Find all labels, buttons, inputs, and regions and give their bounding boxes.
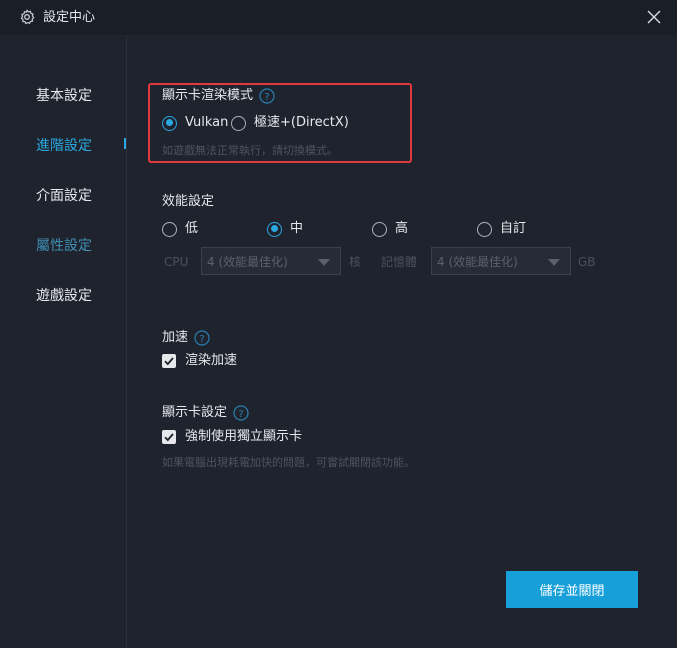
settings-window: 設定中心 基本設定 進階設定 介面設定 屬性設定 遊戲設定 顯示卡渲染模式 ? … — [0, 0, 677, 648]
radio-medium[interactable]: 中 — [267, 221, 303, 237]
radio-indicator — [231, 115, 246, 131]
svg-text:?: ? — [264, 91, 269, 102]
graphics-mode-title: 顯示卡渲染模式 — [162, 88, 254, 103]
radio-medium-label: 中 — [290, 221, 304, 236]
cpu-unit: 核 — [349, 255, 362, 269]
window-title: 設定中心 — [43, 10, 96, 25]
checkbox-checked-icon — [162, 430, 176, 444]
acceleration-section-title: 加速 ? — [162, 329, 210, 346]
sidebar-item-advanced[interactable]: 進階設定 — [36, 137, 92, 155]
render-acceleration-label: 渲染加速 — [185, 353, 238, 368]
radio-vulkan[interactable]: Vulkan — [162, 115, 228, 131]
memory-label: 記憶體 — [381, 255, 418, 269]
sidebar-item-basic[interactable]: 基本設定 — [36, 87, 92, 105]
radio-indicator — [162, 115, 177, 131]
close-icon[interactable] — [645, 8, 663, 26]
render-acceleration-checkbox[interactable]: 渲染加速 — [162, 353, 237, 369]
radio-high[interactable]: 高 — [372, 221, 408, 237]
help-icon[interactable]: ? — [194, 329, 210, 346]
gpu-hint: 如果電腦出現耗電加快的問題，可嘗試關閉該功能。 — [162, 456, 415, 469]
memory-select[interactable]: 4 (效能最佳化) — [431, 247, 571, 275]
graphics-mode-hint: 如遊戲無法正常執行，請切換模式。 — [162, 144, 338, 157]
svg-text:?: ? — [199, 333, 204, 344]
sidebar-item-properties[interactable]: 屬性設定 — [36, 237, 92, 255]
radio-low-label: 低 — [185, 221, 199, 236]
acceleration-title: 加速 — [162, 330, 189, 345]
gear-icon — [19, 9, 35, 25]
performance-title: 效能設定 — [162, 194, 215, 209]
radio-directx-label: 極速+(DirectX) — [254, 115, 349, 130]
radio-directx[interactable]: 極速+(DirectX) — [231, 115, 349, 131]
title-bar: 設定中心 — [0, 0, 677, 35]
memory-select-value: 4 (效能最佳化) — [437, 254, 518, 269]
cpu-select[interactable]: 4 (效能最佳化) — [201, 247, 341, 275]
dedicated-gpu-label: 強制使用獨立顯示卡 — [185, 429, 303, 444]
help-icon[interactable]: ? — [233, 404, 249, 421]
sidebar: 基本設定 進階設定 介面設定 屬性設定 遊戲設定 — [0, 35, 127, 648]
gpu-title: 顯示卡設定 — [162, 405, 228, 420]
radio-vulkan-label: Vulkan — [185, 115, 229, 130]
radio-custom[interactable]: 自訂 — [477, 221, 526, 237]
dedicated-gpu-checkbox[interactable]: 強制使用獨立顯示卡 — [162, 429, 302, 445]
performance-section-title: 效能設定 — [162, 193, 214, 210]
svg-text:?: ? — [238, 408, 243, 419]
graphics-mode-section-title: 顯示卡渲染模式 ? — [162, 87, 275, 104]
cpu-select-value: 4 (效能最佳化) — [207, 254, 288, 269]
radio-indicator — [477, 221, 492, 237]
radio-indicator — [372, 221, 387, 237]
sidebar-active-indicator — [124, 138, 126, 149]
sidebar-item-game[interactable]: 遊戲設定 — [36, 287, 92, 305]
radio-low[interactable]: 低 — [162, 221, 198, 237]
chevron-down-icon — [318, 259, 330, 266]
radio-custom-label: 自訂 — [500, 221, 527, 236]
gpu-section-title: 顯示卡設定 ? — [162, 404, 249, 421]
help-icon[interactable]: ? — [259, 87, 275, 104]
chevron-down-icon — [548, 259, 560, 266]
radio-high-label: 高 — [395, 221, 409, 236]
checkbox-checked-icon — [162, 354, 176, 368]
radio-indicator — [267, 221, 282, 237]
cpu-label: CPU — [164, 255, 189, 269]
memory-unit: GB — [578, 255, 596, 269]
sidebar-item-interface[interactable]: 介面設定 — [36, 187, 92, 205]
radio-indicator — [162, 221, 177, 237]
save-and-close-button[interactable]: 儲存並關閉 — [506, 571, 638, 608]
